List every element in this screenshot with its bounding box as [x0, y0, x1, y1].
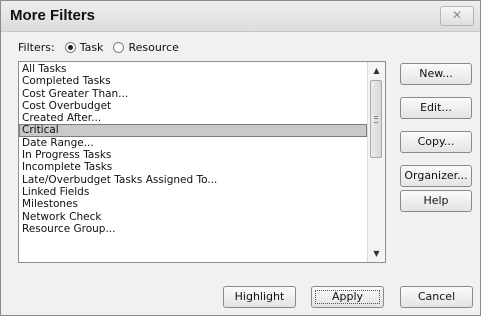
scroll-thumb[interactable] — [370, 80, 382, 158]
list-item[interactable]: Milestones — [19, 198, 367, 210]
list-item[interactable]: Created After... — [19, 112, 367, 124]
filters-type-row: Filters: Task Resource — [18, 38, 179, 56]
apply-button[interactable]: Apply — [311, 286, 384, 308]
title-bar: More Filters ✕ — [1, 1, 480, 32]
list-item[interactable]: Completed Tasks — [19, 75, 367, 87]
filters-list: All Tasks Completed Tasks Cost Greater T… — [19, 63, 367, 235]
resource-radio-label: Resource — [128, 40, 179, 54]
task-radio-button[interactable] — [64, 41, 76, 53]
list-scrollbar[interactable]: ▲ ▼ — [367, 62, 385, 262]
highlight-button[interactable]: Highlight — [223, 286, 296, 308]
copy-button[interactable]: Copy... — [400, 131, 472, 153]
list-item[interactable]: Incomplete Tasks — [19, 161, 367, 173]
list-item[interactable]: All Tasks — [19, 63, 367, 75]
thumb-grip-icon — [374, 116, 378, 123]
list-item-selected[interactable]: Critical — [19, 124, 367, 137]
edit-button[interactable]: Edit... — [400, 97, 472, 119]
filters-label: Filters: — [18, 40, 55, 54]
filters-listbox[interactable]: All Tasks Completed Tasks Cost Greater T… — [18, 61, 386, 263]
cancel-button[interactable]: Cancel — [400, 286, 473, 308]
list-item[interactable]: Cost Greater Than... — [19, 88, 367, 100]
list-item[interactable]: Network Check — [19, 211, 367, 223]
list-item[interactable]: Date Range... — [19, 137, 367, 149]
list-item[interactable]: Linked Fields — [19, 186, 367, 198]
help-button[interactable]: Help — [400, 190, 472, 212]
new-button[interactable]: New... — [400, 63, 472, 85]
resource-radio-option[interactable]: Resource — [113, 40, 179, 54]
task-radio-option[interactable]: Task — [64, 40, 104, 54]
task-radio-label: Task — [79, 40, 104, 54]
close-button[interactable]: ✕ — [440, 6, 474, 26]
dialog-title: More Filters — [10, 7, 96, 24]
scroll-up-arrow-icon[interactable]: ▲ — [368, 62, 385, 79]
organizer-button[interactable]: Organizer... — [400, 165, 472, 187]
list-item[interactable]: Late/Overbudget Tasks Assigned To... — [19, 174, 367, 186]
resource-radio-button[interactable] — [113, 41, 125, 53]
list-item[interactable]: Cost Overbudget — [19, 100, 367, 112]
list-item[interactable]: Resource Group... — [19, 223, 367, 235]
close-icon: ✕ — [451, 8, 463, 22]
more-filters-dialog: More Filters ✕ Filters: Task Resource Al… — [0, 0, 481, 316]
scroll-down-arrow-icon[interactable]: ▼ — [368, 245, 385, 262]
list-item[interactable]: In Progress Tasks — [19, 149, 367, 161]
